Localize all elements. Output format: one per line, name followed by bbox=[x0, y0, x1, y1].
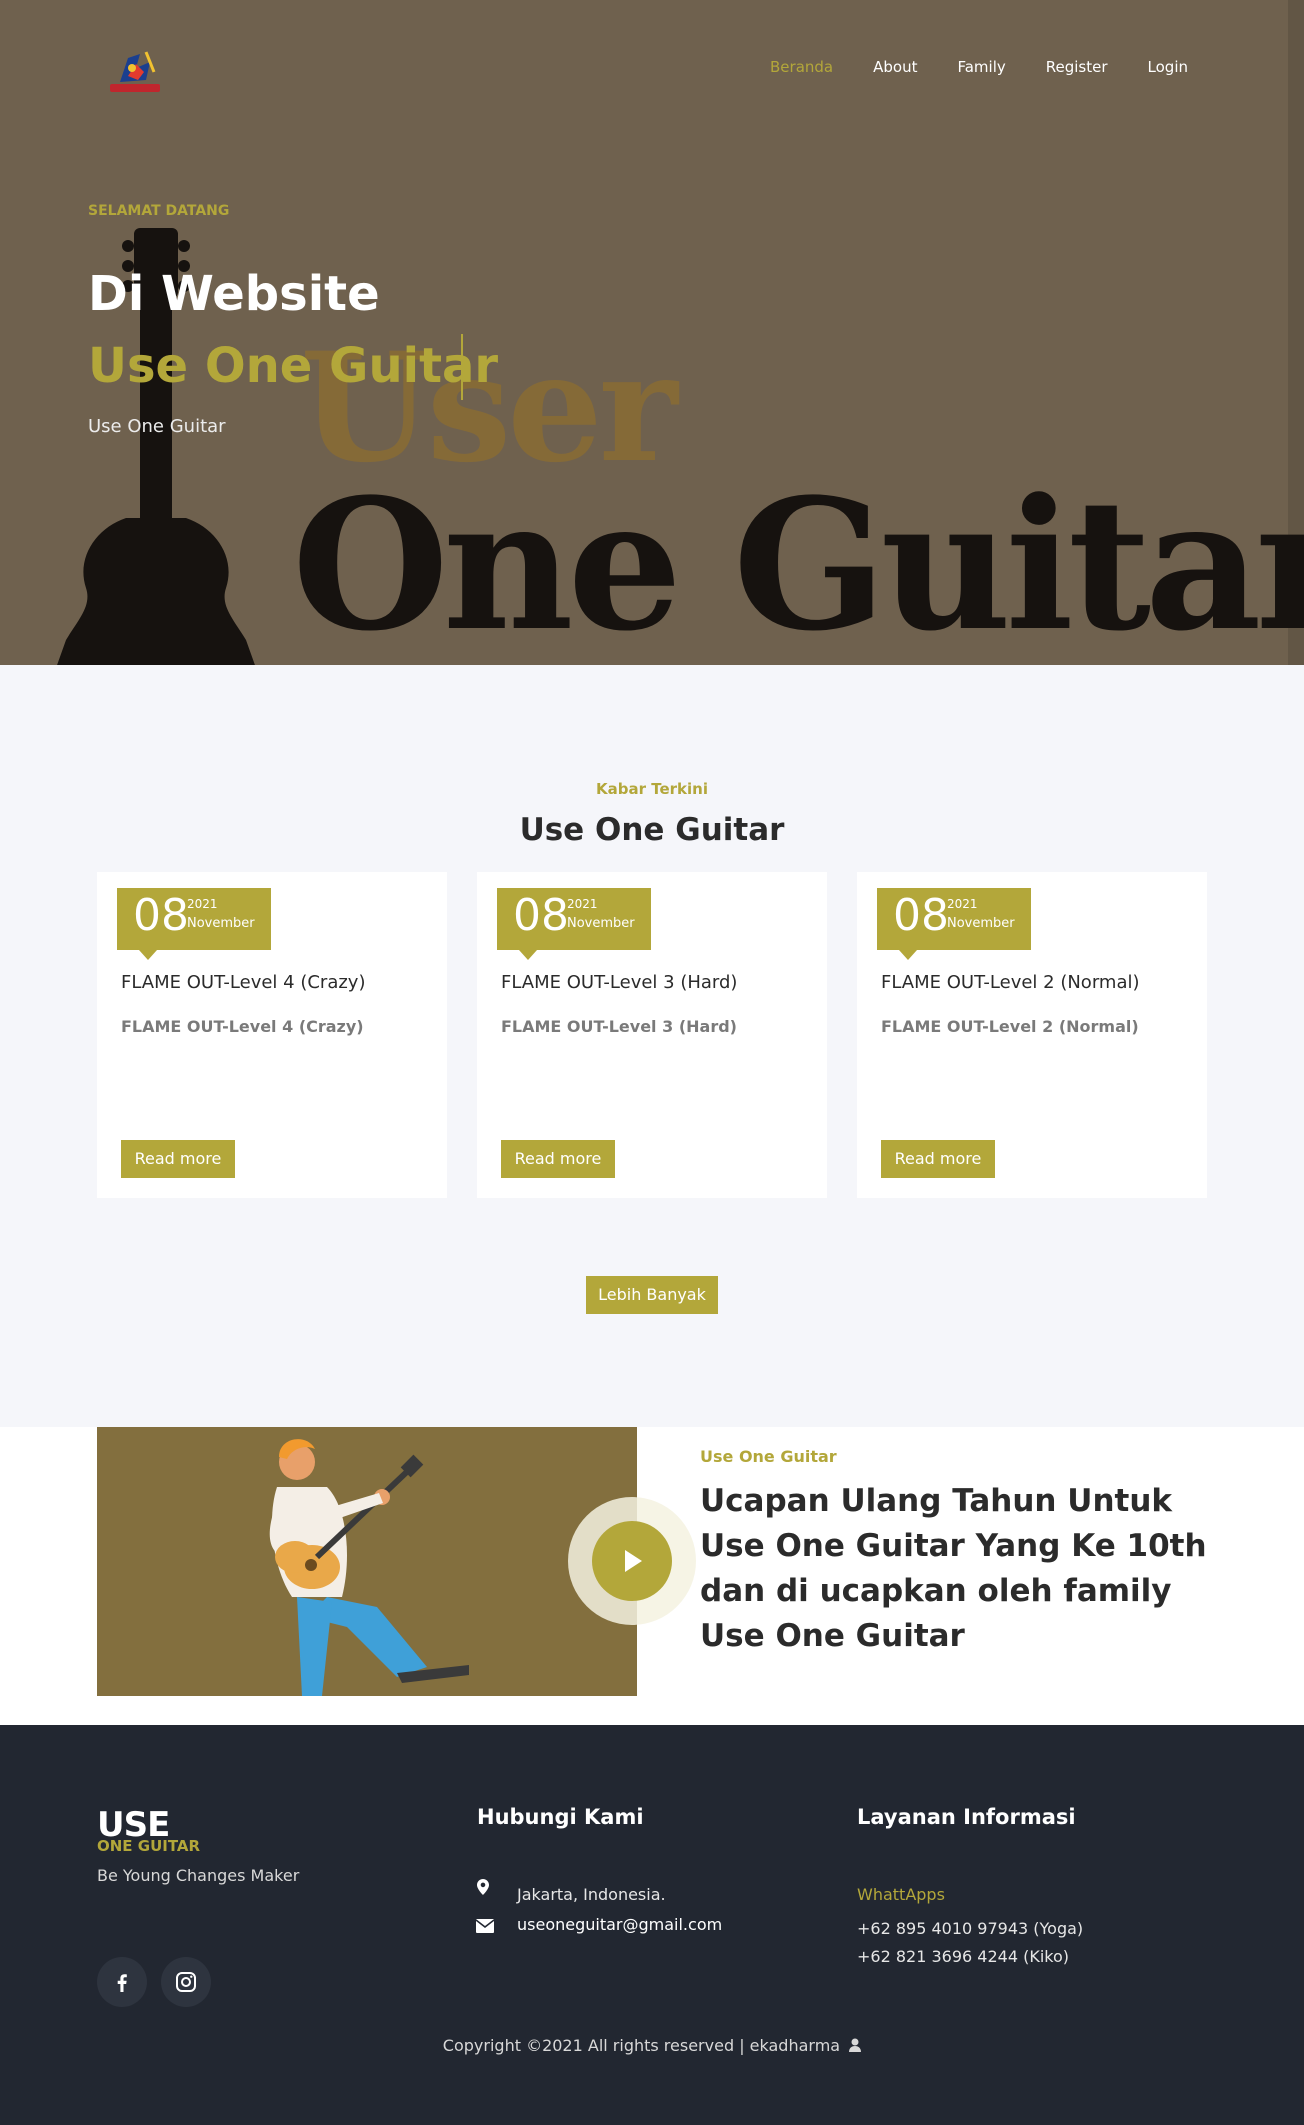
hero-title-line2: Use One Guitar bbox=[88, 338, 499, 394]
play-icon bbox=[592, 1521, 672, 1601]
guitarist-illustration bbox=[97, 1427, 637, 1696]
read-more-button[interactable]: Read more bbox=[501, 1140, 615, 1178]
footer: USE ONE GUITAR Be Young Changes Maker Hu… bbox=[0, 1725, 1304, 2125]
typing-cursor bbox=[461, 334, 463, 400]
facebook-icon bbox=[117, 1974, 127, 1992]
card-subtitle: FLAME OUT-Level 3 (Hard) bbox=[501, 1017, 737, 1036]
footer-tagline: Be Young Changes Maker bbox=[97, 1866, 300, 1885]
date-year: 2021 bbox=[187, 897, 218, 911]
news-kicker: Kabar Terkini bbox=[596, 780, 708, 798]
contact-email-link[interactable]: useoneguitar@gmail.com bbox=[517, 1915, 722, 1934]
card-subtitle: FLAME OUT-Level 2 (Normal) bbox=[881, 1017, 1139, 1036]
nav-family[interactable]: Family bbox=[957, 58, 1005, 76]
nav-login[interactable]: Login bbox=[1148, 58, 1188, 76]
phone-yoga: +62 895 4010 97943 (Yoga) bbox=[857, 1919, 1084, 1938]
video-section: Use One Guitar Ucapan Ulang Tahun Untuk … bbox=[0, 1427, 1304, 1725]
footer-brand-bottom: ONE GUITAR bbox=[97, 1837, 201, 1855]
card-title[interactable]: FLAME OUT-Level 2 (Normal) bbox=[881, 972, 1140, 993]
card-title[interactable]: FLAME OUT-Level 4 (Crazy) bbox=[121, 972, 365, 993]
date-year: 2021 bbox=[567, 897, 598, 911]
video-kicker: Use One Guitar bbox=[700, 1447, 837, 1466]
copyright-text: Copyright ©2021 All rights reserved | ek… bbox=[442, 2036, 841, 2055]
hero-title-line1: Di Website bbox=[88, 266, 380, 322]
email-icon bbox=[476, 1919, 494, 1933]
date-badge: 08 2021 November bbox=[497, 888, 651, 960]
read-more-button[interactable]: Read more bbox=[881, 1140, 995, 1178]
news-card: 08 2021 November FLAME OUT-Level 3 (Hard… bbox=[477, 872, 827, 1198]
card-title[interactable]: FLAME OUT-Level 3 (Hard) bbox=[501, 972, 737, 993]
news-card: 08 2021 November FLAME OUT-Level 2 (Norm… bbox=[857, 872, 1207, 1198]
main-nav: Beranda About Family Register Login bbox=[770, 58, 1188, 76]
date-month: November bbox=[567, 916, 635, 931]
nav-register[interactable]: Register bbox=[1046, 58, 1108, 76]
play-button[interactable] bbox=[568, 1497, 696, 1625]
contact-address: Jakarta, Indonesia. bbox=[517, 1885, 666, 1904]
nav-about[interactable]: About bbox=[873, 58, 917, 76]
date-badge: 08 2021 November bbox=[117, 888, 271, 960]
card-subtitle: FLAME OUT-Level 4 (Crazy) bbox=[121, 1017, 364, 1036]
user-icon bbox=[849, 2038, 862, 2052]
date-badge: 08 2021 November bbox=[877, 888, 1031, 960]
date-day: 08 bbox=[513, 890, 569, 941]
site-logo[interactable] bbox=[106, 46, 166, 98]
video-title: Ucapan Ulang Tahun Untuk Use One Guitar … bbox=[700, 1483, 1207, 1654]
more-news-button[interactable]: Lebih Banyak bbox=[586, 1276, 718, 1314]
location-icon bbox=[477, 1879, 489, 1895]
whatsapp-label: WhattApps bbox=[857, 1885, 945, 1904]
facebook-link[interactable] bbox=[97, 1957, 147, 2007]
date-month: November bbox=[187, 916, 255, 931]
news-card: 08 2021 November FLAME OUT-Level 4 (Craz… bbox=[97, 872, 447, 1198]
copyright: Copyright ©2021 All rights reserved | ek… bbox=[0, 2036, 1304, 2055]
instagram-link[interactable] bbox=[161, 1957, 211, 2007]
hero-kicker: SELAMAT DATANG bbox=[88, 203, 230, 219]
hero-subtitle: Use One Guitar bbox=[88, 416, 226, 437]
phone-kiko: +62 821 3696 4244 (Kiko) bbox=[857, 1947, 1069, 1966]
read-more-button[interactable]: Read more bbox=[121, 1140, 235, 1178]
date-year: 2021 bbox=[947, 897, 978, 911]
news-title: Use One Guitar bbox=[519, 812, 785, 848]
date-day: 08 bbox=[133, 890, 189, 941]
date-day: 08 bbox=[893, 890, 949, 941]
hero-section: Beranda About Family Register Login User… bbox=[0, 0, 1304, 665]
contact-heading: Hubungi Kami bbox=[477, 1805, 644, 1829]
info-heading: Layanan Informasi bbox=[857, 1805, 1076, 1829]
instagram-icon bbox=[176, 1972, 196, 1992]
date-month: November bbox=[947, 916, 1015, 931]
hero-bg-word-oneguitar: One Guitar bbox=[292, 460, 1304, 665]
nav-beranda[interactable]: Beranda bbox=[770, 58, 833, 76]
